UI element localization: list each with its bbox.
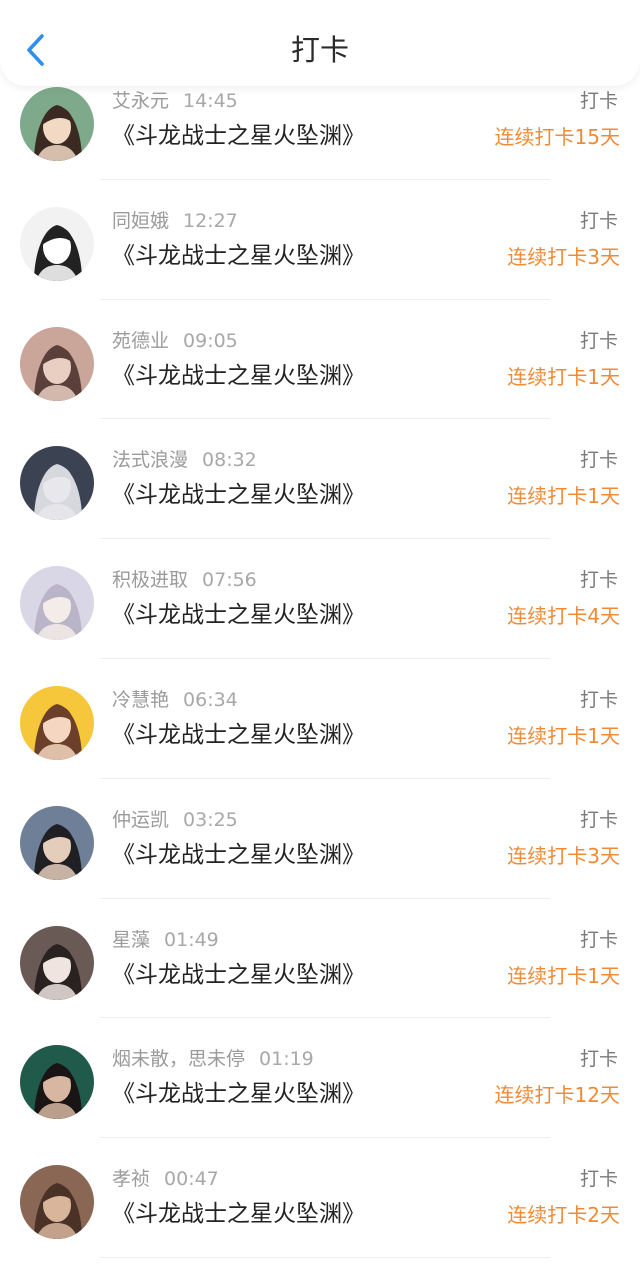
streak-count: 连续打卡1天	[507, 484, 620, 509]
list-item[interactable]: 孝祯 00:47 《斗龙战士之星火坠渊》 打卡连续打卡2天	[0, 1138, 640, 1258]
user-meta: 烟未散，思未停 01:19	[112, 1047, 314, 1071]
user-avatar-icon	[20, 685, 94, 760]
avatar[interactable]	[20, 685, 94, 760]
user-name[interactable]: 积极进取	[112, 569, 188, 591]
checkin-time: 01:19	[259, 1048, 314, 1071]
list-item[interactable]: 苑德业 09:05 《斗龙战士之星火坠渊》 打卡连续打卡1天	[0, 300, 640, 420]
streak-count: 连续打卡3天	[507, 244, 620, 269]
checkin-tag: 打卡	[579, 90, 618, 112]
streak-count: 连续打卡4天	[507, 604, 620, 629]
user-meta: 法式浪漫 08:32	[112, 448, 257, 472]
checkin-tag: 打卡	[579, 1048, 618, 1071]
streak-count: 连续打卡1天	[507, 723, 620, 748]
top-bar: 打卡	[0, 0, 640, 86]
user-name[interactable]: 星藻	[112, 929, 150, 951]
avatar[interactable]	[20, 925, 94, 1000]
book-title[interactable]: 《斗龙战士之星火坠渊》	[112, 121, 365, 151]
user-meta: 积极进取 07:56	[112, 568, 257, 592]
checkin-time: 00:47	[164, 1168, 219, 1191]
checkin-tag: 打卡	[579, 1168, 618, 1191]
checkin-tag: 打卡	[579, 209, 618, 232]
book-title[interactable]: 《斗龙战士之星火坠渊》	[112, 600, 365, 630]
user-avatar-icon	[20, 1045, 94, 1120]
user-avatar-icon	[20, 1165, 94, 1240]
streak-count: 连续打卡3天	[507, 843, 620, 868]
list-item[interactable]: 同姮娥 12:27 《斗龙战士之星火坠渊》 打卡连续打卡3天	[0, 180, 640, 300]
user-meta: 艾永元 14:45	[112, 89, 238, 113]
book-title[interactable]: 《斗龙战士之星火坠渊》	[112, 241, 365, 271]
user-name[interactable]: 艾永元	[112, 90, 169, 112]
streak-count: 连续打卡1天	[507, 364, 620, 389]
checkin-tag: 打卡	[579, 569, 618, 592]
book-title[interactable]: 《斗龙战士之星火坠渊》	[112, 1199, 365, 1229]
user-avatar-icon	[20, 925, 94, 1000]
avatar[interactable]	[20, 805, 94, 880]
checkin-time: 14:45	[183, 90, 238, 112]
checkin-tag: 打卡	[579, 808, 618, 831]
checkin-tag: 打卡	[579, 449, 618, 472]
user-name[interactable]: 法式浪漫	[112, 449, 188, 471]
book-title[interactable]: 《斗龙战士之星火坠渊》	[112, 480, 365, 510]
avatar[interactable]	[20, 1165, 94, 1240]
checkin-time: 03:25	[183, 808, 238, 831]
avatar[interactable]	[20, 566, 94, 641]
avatar[interactable]	[20, 206, 94, 281]
checkin-list: 艾永元 14:45 《斗龙战士之星火坠渊》 打卡 连续打卡15天 同姮娥 12:27 《斗龙战…	[0, 60, 640, 1258]
user-avatar-icon	[20, 326, 94, 401]
checkin-time: 01:49	[164, 928, 219, 951]
checkin-tag: 打卡	[579, 329, 618, 352]
page-title: 打卡	[290, 33, 349, 67]
user-avatar-icon	[20, 206, 94, 281]
user-name[interactable]: 烟未散，思未停	[112, 1048, 245, 1070]
user-avatar-icon	[20, 566, 94, 641]
avatar[interactable]	[20, 1045, 94, 1120]
user-name[interactable]: 仲运凯	[112, 809, 169, 831]
checkin-time: 08:32	[202, 449, 257, 472]
user-avatar-icon	[20, 446, 94, 521]
book-title[interactable]: 《斗龙战士之星火坠渊》	[112, 1079, 365, 1109]
list-item[interactable]: 仲运凯 03:25 《斗龙战士之星火坠渊》 打卡连续打卡3天	[0, 779, 640, 899]
user-name[interactable]: 同姮娥	[112, 210, 169, 232]
user-meta: 冷慧艳 06:34	[112, 688, 238, 712]
streak-count: 连续打卡12天	[494, 1083, 620, 1108]
user-meta: 苑德业 09:05	[112, 329, 238, 353]
streak-count: 连续打卡15天	[494, 125, 620, 149]
avatar[interactable]	[20, 446, 94, 521]
user-name[interactable]: 孝祯	[112, 1168, 150, 1190]
list-item[interactable]: 烟未散，思未停 01:19 《斗龙战士之星火坠渊》 打卡连续打卡12天	[0, 1018, 640, 1139]
user-meta: 孝祯 00:47	[112, 1167, 219, 1191]
user-meta: 星藻 01:49	[112, 928, 219, 952]
streak-count: 连续打卡1天	[507, 963, 620, 988]
checkin-time: 06:34	[183, 688, 238, 711]
checkin-time: 09:05	[183, 329, 238, 352]
user-name[interactable]: 苑德业	[112, 330, 169, 352]
list-item[interactable]: 星藻 01:49 《斗龙战士之星火坠渊》 打卡连续打卡1天	[0, 899, 640, 1019]
user-meta: 同姮娥 12:27	[112, 209, 238, 233]
user-avatar-icon	[20, 87, 94, 161]
checkin-tag: 打卡	[579, 688, 618, 711]
book-title[interactable]: 《斗龙战士之星火坠渊》	[112, 361, 365, 391]
list-item[interactable]: 冷慧艳 06:34 《斗龙战士之星火坠渊》 打卡连续打卡1天	[0, 659, 640, 779]
list-item[interactable]: 法式浪漫 08:32 《斗龙战士之星火坠渊》 打卡连续打卡1天	[0, 419, 640, 540]
row-divider	[100, 1256, 550, 1258]
streak-count: 连续打卡2天	[507, 1203, 620, 1228]
user-avatar-icon	[20, 805, 94, 880]
book-title[interactable]: 《斗龙战士之星火坠渊》	[112, 720, 365, 750]
avatar[interactable]	[20, 87, 94, 161]
list-item[interactable]: 积极进取 07:56 《斗龙战士之星火坠渊》 打卡连续打卡4天	[0, 539, 640, 659]
user-meta: 仲运凯 03:25	[112, 808, 238, 832]
checkin-time: 12:27	[183, 209, 238, 232]
book-title[interactable]: 《斗龙战士之星火坠渊》	[112, 840, 365, 870]
avatar[interactable]	[20, 326, 94, 401]
book-title[interactable]: 《斗龙战士之星火坠渊》	[112, 960, 365, 990]
checkin-time: 07:56	[202, 569, 257, 592]
checkin-tag: 打卡	[579, 928, 618, 951]
user-name[interactable]: 冷慧艳	[112, 689, 169, 711]
